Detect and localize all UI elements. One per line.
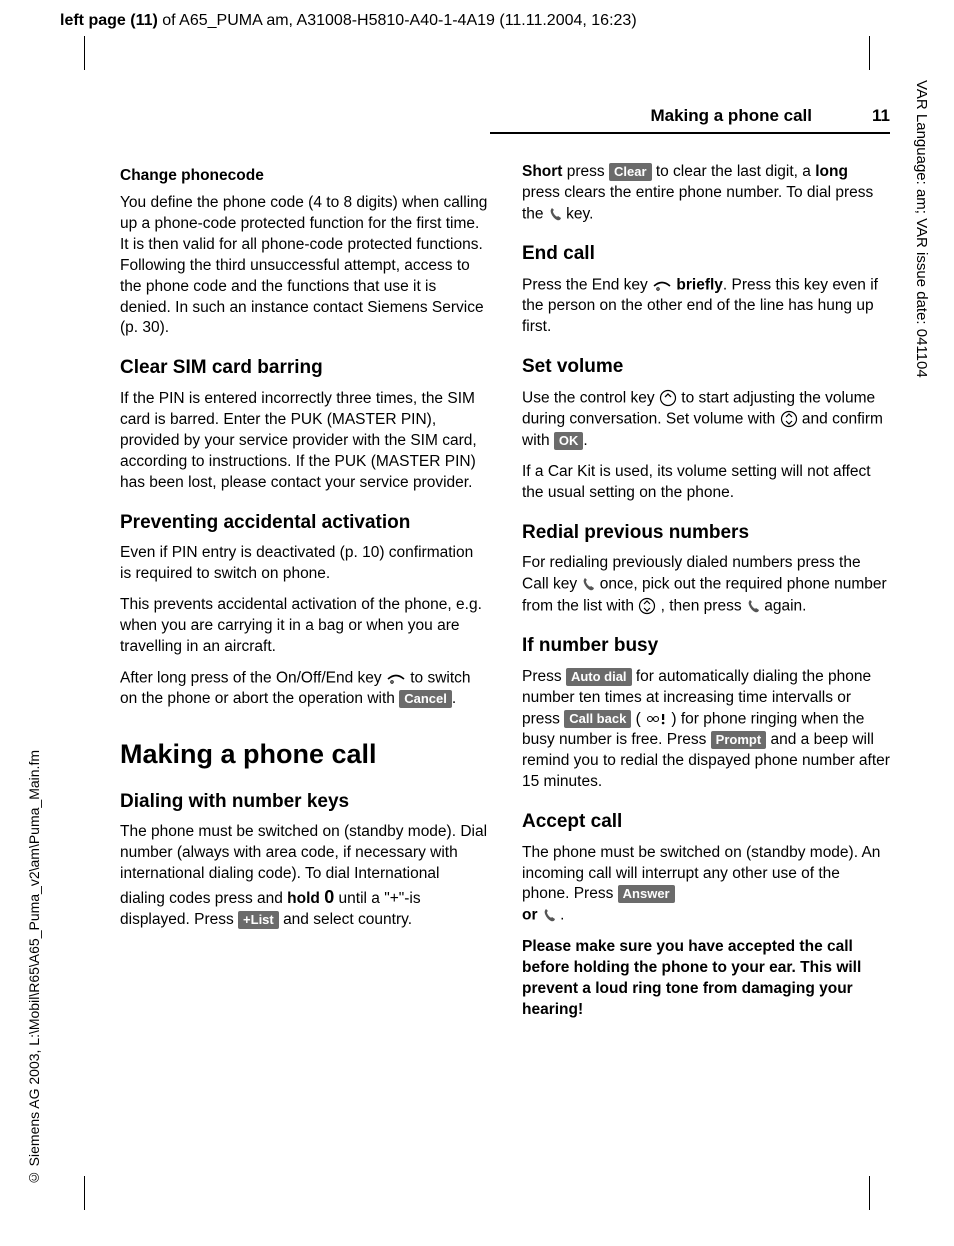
heading-prevent-activation: Preventing accidental activation <box>120 510 488 536</box>
call-key-icon <box>548 204 562 225</box>
text-run: key. <box>566 205 593 222</box>
short-label: Short <box>522 163 562 180</box>
para-prevent-2: This prevents accidental activation of t… <box>120 595 488 658</box>
header-doc-id: of A65_PUMA am, A31008-H5810-A40-1-4A19 … <box>158 12 637 29</box>
text-run: . <box>583 432 587 449</box>
control-key-up-icon <box>659 388 677 409</box>
para-end-call: Press the End key briefly. Press this ke… <box>522 275 890 338</box>
prompt-key: Prompt <box>711 731 767 749</box>
crop-mark <box>869 1176 870 1210</box>
crop-mark <box>869 36 870 70</box>
var-language-note: VAR Language: am; VAR issue date: 041104 <box>913 80 930 378</box>
answer-key: Answer <box>618 885 675 903</box>
text-run: again. <box>764 597 806 614</box>
cancel-key: Cancel <box>399 690 452 708</box>
call-key-icon <box>746 596 760 617</box>
heading-making-call: Making a phone call <box>120 736 488 772</box>
clear-key: Clear <box>609 163 652 181</box>
text-run: Press the End key <box>522 277 652 294</box>
heading-set-volume: Set volume <box>522 354 890 380</box>
para-short-press: Short press Clear to clear the last digi… <box>522 162 890 225</box>
page-body: Making a phone call 11 Change phonecode … <box>120 106 890 1031</box>
para-accept: The phone must be switched on (standby m… <box>522 843 890 927</box>
ok-key: OK <box>554 432 584 450</box>
footer-copyright-path: © Siemens AG 2003, L:\Mobil\R65\A65_Puma… <box>26 750 42 1186</box>
auto-dial-key: Auto dial <box>566 668 632 686</box>
call-key-icon <box>581 574 595 595</box>
document-header: left page (11) of A65_PUMA am, A31008-H5… <box>60 12 637 30</box>
heading-change-phonecode: Change phonecode <box>120 166 488 187</box>
list-key: +List <box>238 911 279 929</box>
text-run: Use the control key <box>522 390 659 407</box>
para-hearing-warning: Please make sure you have accepted the c… <box>522 937 890 1021</box>
text-run: The phone must be switched on (standby m… <box>522 844 880 903</box>
call-back-key: Call back <box>564 710 631 728</box>
para-busy: Press Auto dial for automatically dialin… <box>522 667 890 793</box>
heading-dialing: Dialing with number keys <box>120 789 488 815</box>
para-clear-sim: If the PIN is entered incorrectly three … <box>120 389 488 494</box>
text-run: and select country. <box>283 911 412 928</box>
two-column-layout: Change phonecode You define the phone co… <box>120 162 890 1031</box>
briefly-label: briefly <box>676 277 723 294</box>
text-run: ( <box>636 710 645 727</box>
heading-clear-sim: Clear SIM card barring <box>120 355 488 381</box>
heading-busy: If number busy <box>522 633 890 659</box>
para-prevent-3: After long press of the On/Off/End key t… <box>120 668 488 710</box>
network-service-icon <box>645 709 667 730</box>
left-column: Change phonecode You define the phone co… <box>120 162 488 1031</box>
para-prevent-1: Even if PIN entry is deactivated (p. 10)… <box>120 543 488 585</box>
control-key-updown-icon <box>638 596 656 617</box>
or-label: or <box>522 907 542 924</box>
end-key-icon <box>386 668 406 689</box>
text-run: to clear the last digit, a <box>656 163 815 180</box>
header-page-ref: left page (11) <box>60 12 158 29</box>
hold-label: hold <box>287 890 324 907</box>
right-column: Short press Clear to clear the last digi… <box>522 162 890 1031</box>
end-key-icon <box>652 275 672 296</box>
heading-redial: Redial previous numbers <box>522 520 890 546</box>
page-number: 11 <box>872 106 890 126</box>
control-key-updown-icon <box>780 409 798 430</box>
running-title: Making a phone call <box>650 106 812 126</box>
running-header: Making a phone call 11 <box>490 106 890 134</box>
text-run: , then press <box>661 597 746 614</box>
crop-mark <box>84 36 85 70</box>
para-redial: For redialing previously dialed numbers … <box>522 553 890 617</box>
text-run: press <box>562 163 609 180</box>
call-key-icon <box>542 905 556 926</box>
digit-zero: 0 <box>324 887 334 907</box>
heading-accept: Accept call <box>522 809 890 835</box>
crop-mark <box>84 1176 85 1210</box>
heading-end-call: End call <box>522 241 890 267</box>
para-change-phonecode: You define the phone code (4 to 8 digits… <box>120 193 488 339</box>
para-dialing: The phone must be switched on (standby m… <box>120 822 488 931</box>
long-label: long <box>815 163 848 180</box>
text-run: Press <box>522 668 566 685</box>
para-set-volume: Use the control key to start adjusting t… <box>522 388 890 452</box>
text-run: After long press of the On/Off/End key <box>120 669 386 686</box>
para-car-kit: If a Car Kit is used, its volume setting… <box>522 462 890 504</box>
text-run: . <box>560 907 564 924</box>
